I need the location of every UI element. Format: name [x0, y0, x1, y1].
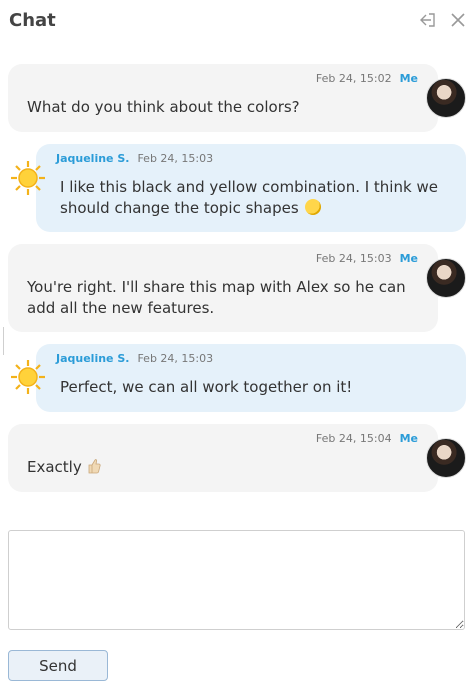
message-meta: Jaqueline S. Feb 24, 15:03 [56, 152, 213, 165]
message-text: I like this black and yellow combination… [60, 177, 460, 219]
message-text-content: I like this black and yellow combination… [60, 178, 438, 217]
avatar [426, 438, 466, 478]
avatar [426, 258, 466, 298]
thumbs-up-icon [88, 459, 101, 474]
message-text-content: Exactly [27, 458, 82, 476]
thinking-face-icon [305, 199, 322, 215]
message-text: Exactly [27, 457, 101, 478]
message-bubble-me: Feb 24, 15:04 Me Exactly [8, 424, 438, 492]
message-sender: Jaqueline S. [56, 352, 130, 365]
message-meta: Feb 24, 15:02 Me [316, 72, 418, 85]
message-text: What do you think about the colors? [27, 98, 300, 116]
sun-avatar-icon [11, 161, 45, 195]
message-sender: Me [399, 432, 418, 445]
message-sender: Me [399, 72, 418, 85]
chat-header: Chat [0, 0, 476, 44]
message-text: Perfect, we can all work together on it! [60, 378, 353, 396]
message-meta: Feb 24, 15:04 Me [316, 432, 418, 445]
message-time: Feb 24, 15:02 [315, 72, 392, 85]
sun-avatar-icon [11, 360, 45, 394]
chat-title: Chat [9, 10, 56, 31]
message-bubble-other: Jaqueline S. Feb 24, 15:03 Perfect, we ca… [36, 344, 466, 412]
message-time: Feb 24, 15:03 [315, 252, 392, 265]
message-sender: Me [399, 252, 418, 265]
message-meta: Jaqueline S. Feb 24, 15:03 [56, 352, 213, 365]
close-icon[interactable] [449, 11, 467, 29]
message-text: You're right. I'll share this map with A… [27, 278, 406, 317]
divider [3, 327, 4, 355]
message-bubble-me: Feb 24, 15:03 Me You're right. I'll share… [8, 244, 438, 332]
send-button[interactable]: Send [8, 650, 108, 681]
avatar [426, 78, 466, 118]
message-bubble-me: Feb 24, 15:02 Me What do you think about … [8, 64, 438, 132]
message-time: Feb 24, 15:03 [137, 152, 214, 165]
message-sender: Jaqueline S. [56, 152, 130, 165]
message-input[interactable] [8, 530, 465, 630]
message-time: Feb 24, 15:04 [315, 432, 392, 445]
undock-icon[interactable] [419, 11, 437, 29]
message-time: Feb 24, 15:03 [137, 352, 214, 365]
message-meta: Feb 24, 15:03 Me [316, 252, 418, 265]
message-bubble-other: Jaqueline S. Feb 24, 15:03 I like this bl… [36, 144, 466, 232]
